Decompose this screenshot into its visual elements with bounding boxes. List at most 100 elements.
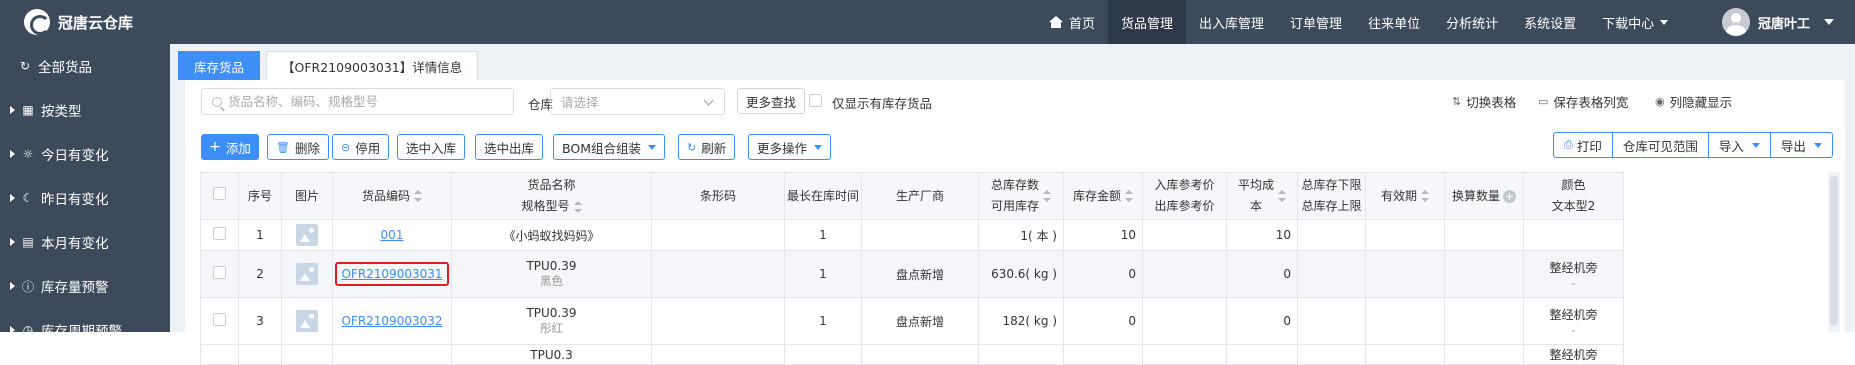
sort-icon[interactable]: [573, 200, 582, 213]
add-button[interactable]: + 添加: [201, 134, 259, 160]
sidebar-item-all-goods[interactable]: ↻ 全部货品: [0, 44, 170, 88]
cell-code: OFR2109003031: [332, 250, 452, 298]
tab-goods-detail[interactable]: 【OFR2109003031】详情信息: [266, 51, 479, 80]
table-scrollbar[interactable]: [1828, 172, 1840, 332]
warehouse-visible-range-button[interactable]: 仓库可见范围: [1611, 132, 1709, 158]
import-button[interactable]: 导入: [1707, 132, 1771, 158]
nav-goods-management[interactable]: 货品管理: [1108, 0, 1187, 44]
caret-right-icon: [10, 326, 15, 334]
col-amount[interactable]: 库存金额: [1063, 172, 1143, 220]
col-stock[interactable]: 总库存数 可用库存: [978, 172, 1064, 220]
sidebar-item-label: 库存量预警: [41, 280, 109, 296]
logo-icon: [24, 9, 50, 35]
sidebar-item-stock-alert[interactable]: ⓘ 库存量预警: [0, 264, 170, 308]
search-icon: [212, 96, 222, 107]
disable-button[interactable]: ⊝ 停用: [332, 134, 390, 160]
sort-icon[interactable]: [414, 190, 422, 202]
sidebar-item-label: 本月有变化: [41, 236, 109, 252]
image-placeholder-icon[interactable]: [296, 310, 318, 332]
disable-label: 停用: [355, 140, 381, 156]
goods-code-link[interactable]: OFR2109003031: [341, 267, 442, 281]
select-inbound-button[interactable]: 选中入库: [397, 134, 466, 160]
folder-icon: ▭: [1538, 95, 1549, 108]
sidebar-item-yesterday-changed[interactable]: ☾ 昨日有变化: [0, 176, 170, 220]
table-row[interactable]: 1 001 《小蚂蚁找妈妈》 1 1( 本 ) 10 10: [200, 219, 1624, 251]
main-content: 库存货品 【OFR2109003031】详情信息 仓库 请选择 更多查找 仅显示…: [170, 44, 1855, 365]
sort-icon[interactable]: [1125, 190, 1133, 202]
cell-price: [1142, 250, 1227, 298]
refresh-button[interactable]: ↻ 刷新: [678, 134, 736, 160]
top-navbar: 冠唐云仓库 首页 货品管理 出入库管理 订单管理 往来单位 分析统计 系统设置 …: [0, 0, 1855, 44]
add-column-icon[interactable]: +: [1503, 189, 1516, 203]
sort-icon[interactable]: [1043, 190, 1051, 202]
sort-icon[interactable]: [1421, 190, 1429, 202]
select-outbound-button[interactable]: 选中出库: [475, 134, 544, 160]
nav-download-label: 下载中心: [1602, 16, 1655, 32]
col-convert: 换算数量 +: [1444, 172, 1524, 220]
export-button[interactable]: 导出: [1769, 132, 1833, 158]
refresh-label: 刷新: [701, 140, 727, 156]
col-code[interactable]: 货品编码: [332, 172, 452, 220]
caret-right-icon: [10, 106, 15, 114]
switch-table-button[interactable]: ⇅ 切换表格: [1452, 92, 1516, 111]
nav-statistics[interactable]: 分析统计: [1433, 0, 1511, 44]
cell-manufacturer: 盘点新增: [861, 250, 979, 298]
color-value: 整经机旁: [1549, 307, 1598, 322]
search-input[interactable]: [228, 94, 508, 109]
save-column-width-button[interactable]: ▭ 保存表格列宽: [1538, 92, 1628, 111]
nav-download-center[interactable]: 下载中心: [1589, 0, 1681, 44]
image-placeholder-icon[interactable]: [296, 224, 318, 246]
sidebar-item-today-changed[interactable]: ☼ 今日有变化: [0, 132, 170, 176]
nav-partners[interactable]: 往来单位: [1355, 0, 1433, 44]
col-avg-cost[interactable]: 平均成本: [1226, 172, 1298, 220]
nav-home[interactable]: 首页: [1036, 0, 1108, 44]
scrollbar-thumb[interactable]: [1830, 176, 1838, 326]
row-select-cell: [200, 344, 239, 365]
sidebar-item-cycle-alert[interactable]: ◷ 库存周期预警: [0, 308, 170, 352]
sidebar-item-by-type[interactable]: ▦ 按类型: [0, 88, 170, 132]
col-name[interactable]: 货品名称 规格型号: [451, 172, 652, 220]
table-row[interactable]: TPU0.3 整经机旁: [200, 344, 1624, 365]
bom-assembly-button[interactable]: BOM组合组装: [553, 134, 665, 160]
stock-table: 序号 图片 货品编码 货品名称 规格型号 条形码 最长在库时间 生产厂商 总库存数…: [200, 172, 1624, 365]
image-placeholder-icon[interactable]: [296, 263, 318, 285]
warehouse-select[interactable]: 请选择: [550, 88, 725, 115]
cell-amount: 0: [1063, 250, 1143, 298]
table-row[interactable]: 2 OFR2109003031 TPU0.39 黑色 1 盘点新增 630.6( …: [200, 250, 1624, 298]
nav-order-management[interactable]: 订单管理: [1277, 0, 1355, 44]
col-color: 颜色 文本型2: [1523, 172, 1624, 220]
select-all-checkbox[interactable]: [213, 186, 226, 200]
app-logo[interactable]: 冠唐云仓库: [24, 0, 133, 44]
alert-icon: ⓘ: [21, 279, 34, 294]
print-button[interactable]: ⎙ 打印: [1553, 132, 1613, 158]
goods-code-link[interactable]: OFR2109003032: [341, 314, 442, 328]
nav-settings[interactable]: 系统设置: [1511, 0, 1589, 44]
goods-code-link[interactable]: 001: [381, 228, 404, 242]
switch-icon: ⇅: [1452, 95, 1462, 108]
cell-name: TPU0.3: [451, 344, 652, 365]
text2-value: -: [1571, 322, 1576, 337]
table-row[interactable]: 3 OFR2109003032 TPU0.39 彤红 1 盘点新增 182( kg…: [200, 297, 1624, 345]
plus-icon: +: [209, 139, 221, 155]
sort-icon[interactable]: [1278, 190, 1286, 202]
more-search-button[interactable]: 更多查找: [737, 88, 806, 114]
export-label: 导出: [1780, 138, 1806, 154]
tab-stock-goods[interactable]: 库存货品: [178, 51, 261, 80]
row-checkbox[interactable]: [213, 266, 226, 279]
search-box[interactable]: [201, 88, 514, 115]
cell-stock: [978, 344, 1064, 365]
col-amount-label: 库存金额: [1072, 188, 1121, 203]
user-menu[interactable]: 冠唐叶工: [1722, 0, 1835, 44]
row-checkbox[interactable]: [213, 313, 226, 326]
nav-inout-management[interactable]: 出入库管理: [1186, 0, 1277, 44]
row-checkbox[interactable]: [213, 227, 226, 240]
in-stock-only-checkbox[interactable]: [809, 94, 822, 107]
col-validity[interactable]: 有效期: [1365, 172, 1445, 220]
more-operations-button[interactable]: 更多操作: [748, 134, 832, 160]
cell-seq: 1: [238, 219, 282, 251]
column-visibility-button[interactable]: ◉ 列隐藏显示: [1655, 92, 1732, 111]
delete-button[interactable]: 🗑 删除: [267, 134, 329, 160]
refresh-icon: ↻: [687, 140, 697, 154]
sidebar-item-month-changed[interactable]: ▤ 本月有变化: [0, 220, 170, 264]
sidebar: ↻ 全部货品 ▦ 按类型 ☼ 今日有变化 ☾ 昨日有变化 ▤ 本月有变化 ⓘ 库…: [0, 44, 170, 340]
